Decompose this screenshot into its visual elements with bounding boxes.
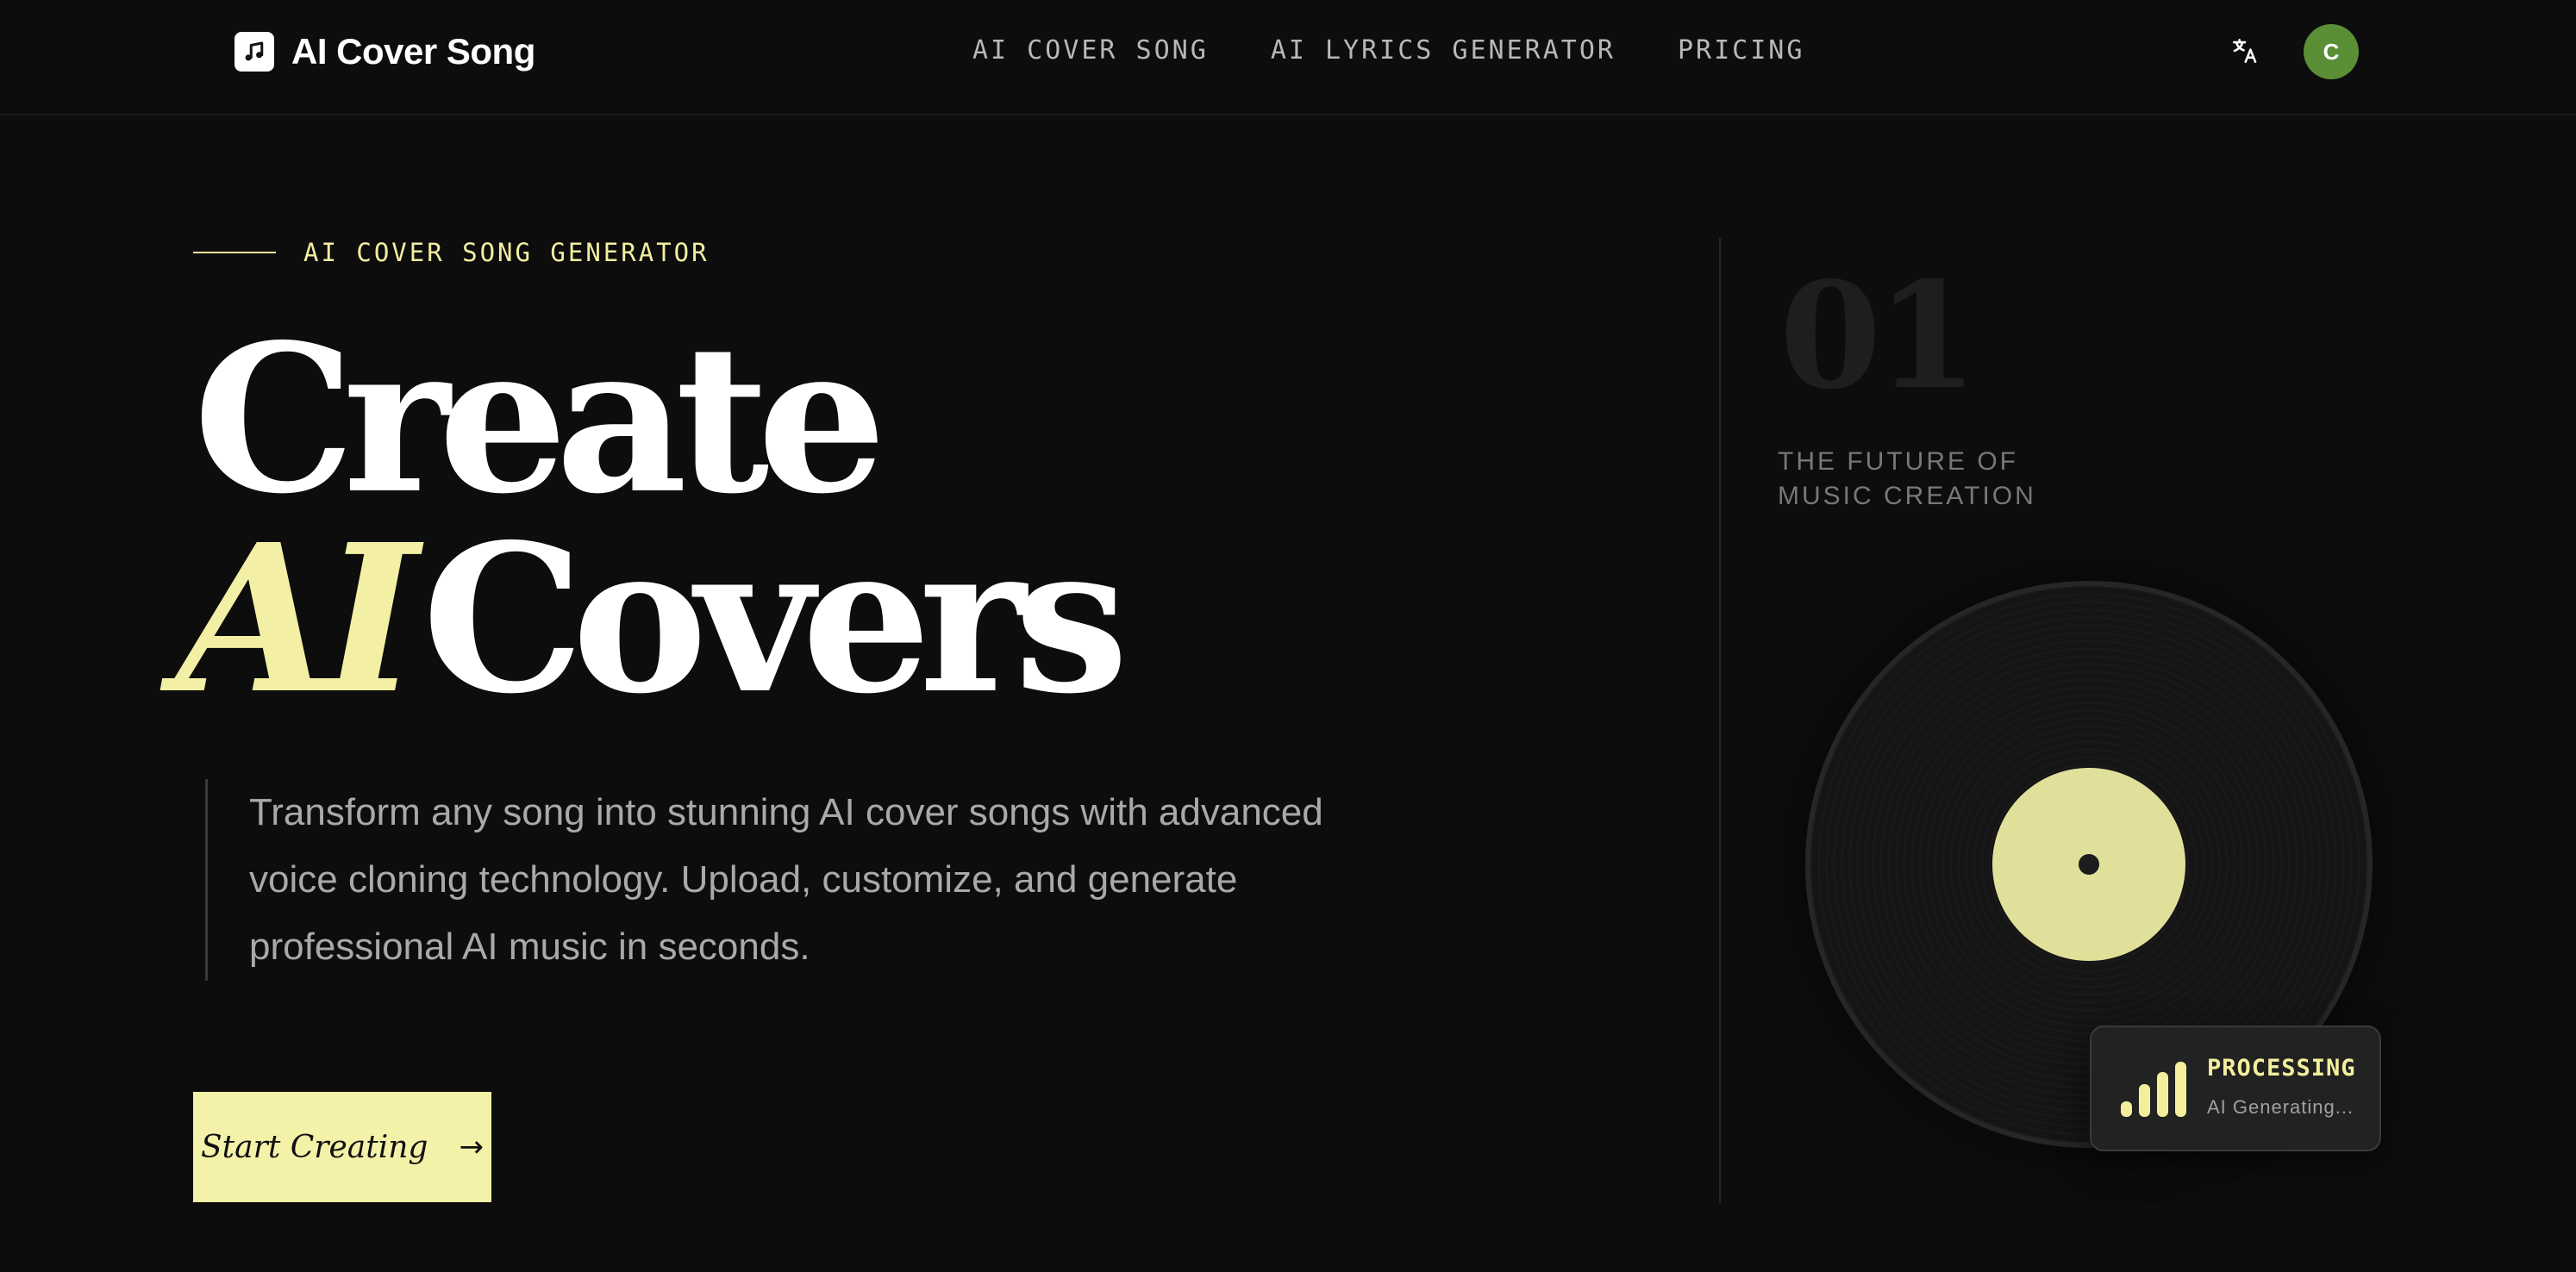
tagline-line1: THE FUTURE OF: [1778, 447, 2018, 476]
column-divider: [1719, 238, 1721, 1203]
user-avatar[interactable]: C: [2304, 24, 2359, 79]
main-nav: AI COVER SONG AI LYRICS GENERATOR PRICIN…: [972, 33, 1804, 69]
start-creating-button[interactable]: Start Creating →: [193, 1092, 491, 1202]
brand-name: AI Cover Song: [291, 31, 535, 72]
site-header: AI Cover Song AI COVER SONG AI LYRICS GE…: [0, 0, 2576, 115]
headline-line1: Create: [193, 299, 886, 539]
music-note-icon: [234, 32, 274, 72]
nav-link-pricing[interactable]: PRICING: [1678, 33, 1804, 69]
processing-status-card: PROCESSING AI Generating...: [2090, 1026, 2381, 1151]
headline-line2-rest: Covers: [422, 499, 1129, 739]
signal-bars-icon: [2121, 1062, 2188, 1117]
cta-label: Start Creating: [201, 1129, 428, 1165]
nav-link-ai-cover-song[interactable]: AI COVER SONG: [972, 33, 1209, 69]
tagline-line2: MUSIC CREATION: [1778, 482, 2036, 510]
headline-line2: AICovers: [176, 517, 1129, 720]
status-title: PROCESSING: [2207, 1055, 2356, 1082]
eyebrow: AI COVER SONG GENERATOR: [193, 238, 710, 267]
brand-logo-link[interactable]: AI Cover Song: [234, 31, 535, 72]
record-spindle-hole: [2079, 854, 2099, 875]
side-tagline: THE FUTURE OF MUSIC CREATION: [1778, 445, 2062, 514]
status-subtitle: AI Generating...: [2207, 1096, 2354, 1118]
arrow-right-icon: →: [459, 1130, 484, 1164]
hero-description: Transform any song into stunning AI cove…: [205, 779, 1412, 981]
nav-link-ai-lyrics-generator[interactable]: AI LYRICS GENERATOR: [1271, 33, 1616, 69]
eyebrow-line: [193, 252, 276, 253]
headline-accent: AI: [176, 499, 418, 739]
hero-headline: Create AICovers: [176, 299, 1129, 720]
section-number: 01: [1779, 250, 1979, 422]
eyebrow-text: AI COVER SONG GENERATOR: [303, 238, 710, 267]
translate-icon[interactable]: [2229, 33, 2260, 69]
